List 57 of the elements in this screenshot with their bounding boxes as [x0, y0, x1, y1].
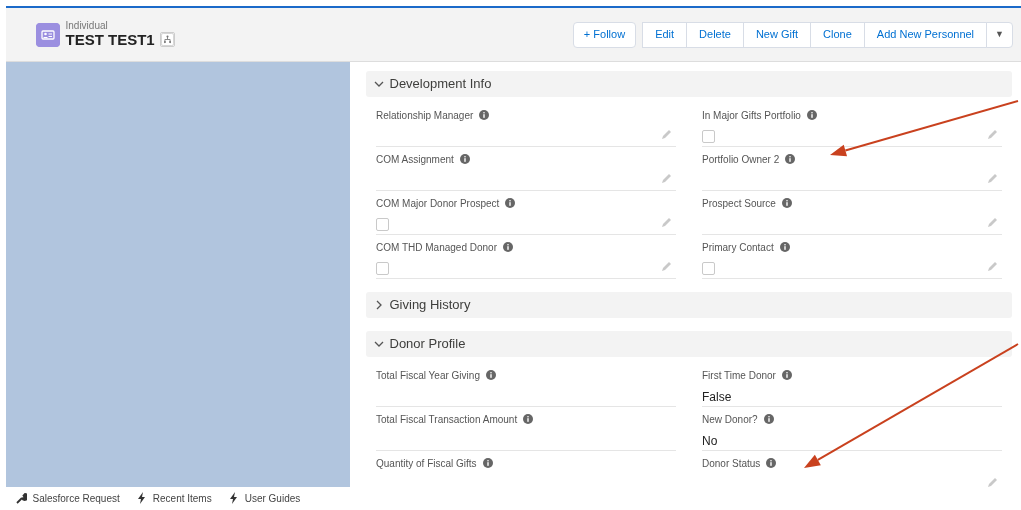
action-button[interactable]: Clone [810, 21, 865, 48]
field-label: In Major Gifts Portfolio [702, 110, 801, 121]
more-actions-button[interactable]: ▼ [986, 21, 1013, 48]
field-value: False [702, 389, 733, 406]
action-button[interactable]: Edit [642, 21, 688, 48]
info-icon[interactable] [459, 154, 470, 164]
section-header[interactable]: Giving History [366, 292, 1012, 318]
utility-item[interactable]: User Guides [244, 490, 301, 506]
checkbox[interactable] [376, 262, 389, 275]
checkbox[interactable] [702, 262, 715, 275]
section-header[interactable]: Donor Profile [366, 331, 1012, 357]
info-icon[interactable] [763, 414, 774, 424]
record-name: TEST TEST1 [65, 30, 155, 49]
chevron-down-icon [374, 339, 384, 349]
individual-icon [36, 22, 60, 47]
bolt-icon [228, 492, 240, 504]
info-icon[interactable] [806, 110, 817, 120]
action-button[interactable]: New Gift [742, 21, 812, 48]
field-label: Total Fiscal Year Giving [376, 370, 480, 381]
field-label: COM Assignment [376, 154, 454, 165]
chevron-right-icon [374, 300, 384, 310]
field-label: Primary Contact [702, 242, 774, 253]
info-icon[interactable] [781, 370, 792, 380]
field-label: Donor Status [702, 458, 761, 469]
info-icon[interactable] [781, 198, 792, 208]
info-icon[interactable] [785, 154, 796, 164]
utility-item[interactable]: Salesforce Request [32, 490, 120, 506]
field-value: No [702, 433, 719, 450]
info-icon[interactable] [503, 242, 513, 252]
action-button[interactable]: Delete [686, 21, 744, 48]
info-icon[interactable] [779, 242, 790, 252]
chevron-down-icon [374, 79, 384, 89]
field-label: New Donor? [702, 414, 758, 425]
checkbox[interactable] [376, 218, 389, 231]
field-label: Portfolio Owner 2 [702, 154, 780, 165]
info-icon[interactable] [766, 458, 777, 468]
follow-button[interactable]: + Follow [572, 21, 637, 48]
wrench-icon [16, 492, 27, 504]
info-icon[interactable] [482, 458, 493, 468]
field-label: Relationship Manager [376, 110, 474, 121]
info-icon[interactable] [479, 110, 490, 120]
field-label: First Time Donor [702, 370, 776, 381]
field-label: Quantity of Fiscal Gifts [376, 458, 477, 469]
object-type: Individual [65, 20, 109, 31]
field-label: Total Fiscal Transaction Amount [376, 414, 518, 425]
utility-item[interactable]: Recent Items [152, 490, 212, 506]
info-icon[interactable] [523, 414, 534, 424]
bolt-icon [136, 492, 148, 504]
info-icon[interactable] [505, 198, 516, 208]
section-header[interactable]: Development Info [366, 71, 1012, 97]
field-label: COM THD Managed Donor [376, 242, 497, 253]
info-icon[interactable] [485, 370, 496, 380]
action-button[interactable]: Add New Personnel [863, 21, 988, 48]
checkbox[interactable] [702, 130, 715, 143]
hierarchy-icon[interactable] [160, 32, 176, 47]
field-label: COM Major Donor Prospect [376, 198, 500, 209]
field-label: Prospect Source [702, 198, 776, 209]
